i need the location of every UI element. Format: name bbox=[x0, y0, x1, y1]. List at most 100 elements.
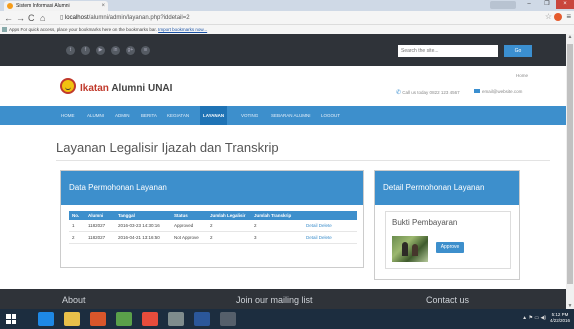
main-nav: HOME ALUMNI ADMIN BERITA KEGIATAN LAYANA… bbox=[0, 106, 566, 125]
taskbar-clock[interactable]: 5:12 PM 4/22/2016 bbox=[550, 312, 570, 324]
word-icon[interactable] bbox=[194, 312, 210, 326]
scroll-thumb[interactable] bbox=[567, 44, 573, 284]
windows-start-icon[interactable] bbox=[6, 314, 16, 324]
payment-proof-title: Bukti Pembayaran bbox=[392, 218, 458, 227]
googleplus-icon[interactable]: g+ bbox=[126, 46, 135, 55]
column-header bbox=[303, 211, 357, 220]
home-label[interactable]: Home bbox=[516, 73, 528, 78]
site-brand[interactable]: Ikatan Alumni UNAI bbox=[80, 83, 172, 94]
cell-status: Not Approve bbox=[171, 231, 207, 244]
bookmarks-hint: For quick access, place your bookmarks h… bbox=[20, 27, 157, 32]
bookmark-star-icon[interactable]: ☆ bbox=[545, 12, 552, 21]
youtube-icon[interactable]: ▶ bbox=[96, 46, 105, 55]
payment-proof-box: Bukti Pembayaran Approve bbox=[385, 211, 511, 269]
twitter-icon[interactable]: t bbox=[66, 46, 75, 55]
browser-menu-icon[interactable]: ≡ bbox=[566, 12, 571, 21]
requests-panel-heading: Data Permohonan Layanan bbox=[61, 171, 363, 205]
cell-date: 2016-03-23 14:30:16 bbox=[115, 220, 171, 232]
nav-item-logout[interactable]: LOGOUT bbox=[318, 106, 343, 125]
page-title: Layanan Legalisir Ijazah dan Transkrip bbox=[56, 140, 279, 155]
browser-tab-bar: Sistem Informasi Alumni × – ❐ × bbox=[0, 0, 574, 11]
mail-icon bbox=[474, 89, 480, 93]
smiley-logo-icon[interactable] bbox=[60, 78, 76, 94]
url-host: localhost bbox=[64, 15, 89, 21]
app-icon[interactable] bbox=[168, 312, 184, 326]
social-links: t f ▶ in g+ ≋ bbox=[66, 46, 150, 55]
requests-panel: Data Permohonan Layanan No. Alumni Tangg… bbox=[60, 170, 364, 268]
detail-delete-link[interactable]: Detail Delete bbox=[303, 220, 357, 232]
file-explorer-icon[interactable] bbox=[64, 312, 80, 326]
brand-rest: Alumni UNAI bbox=[108, 83, 173, 94]
nav-item-sebaran-alumni[interactable]: SEBARAN ALUMNI bbox=[268, 106, 314, 125]
system-tray[interactable]: ▲ ⚑ ▭ ◀) bbox=[522, 315, 546, 321]
back-icon[interactable]: ← bbox=[4, 12, 13, 24]
app-icon[interactable] bbox=[142, 312, 158, 326]
column-header: Jumlah Legalisir bbox=[207, 211, 251, 220]
nav-item-alumni[interactable]: ALUMNI bbox=[84, 106, 107, 125]
column-header: Jumlah Transkrip bbox=[251, 211, 303, 220]
home-icon[interactable]: ⌂ bbox=[40, 12, 45, 24]
cell-transkrip: 3 bbox=[251, 231, 303, 244]
nav-item-admin[interactable]: ADMIN bbox=[112, 106, 133, 125]
footer-about: About bbox=[62, 295, 86, 305]
payment-proof-image[interactable] bbox=[392, 236, 428, 262]
column-header: Alumni bbox=[85, 211, 115, 220]
url-path: /alumni/admin/layanan.php?iddetail=2 bbox=[88, 15, 190, 21]
apps-icon[interactable] bbox=[2, 27, 7, 33]
table-header-row: No. Alumni Tanggal Status Jumlah Legalis… bbox=[69, 211, 357, 220]
chrome-icon[interactable] bbox=[90, 312, 106, 326]
contact-phone: ✆ Call us today 0822 123 4567 bbox=[396, 89, 460, 96]
nav-item-kegiatan[interactable]: KEGIATAN bbox=[164, 106, 192, 125]
cell-date: 2016-04-21 13:16:50 bbox=[115, 231, 171, 244]
table-row: 1 1182027 2016-03-23 14:30:16 Approved 2… bbox=[69, 220, 357, 232]
reload-icon[interactable]: C bbox=[28, 12, 35, 24]
address-bar[interactable]: ▯ localhost/alumni/admin/layanan.php?idd… bbox=[60, 13, 540, 23]
favicon-icon bbox=[7, 3, 13, 9]
rss-icon[interactable]: ≋ bbox=[141, 46, 150, 55]
app-icon[interactable] bbox=[220, 312, 236, 326]
linkedin-icon[interactable]: in bbox=[111, 46, 120, 55]
contact-text: Call us today 0822 123 4567 bbox=[402, 90, 460, 95]
scroll-up-icon[interactable]: ▲ bbox=[566, 34, 574, 40]
contact-email: email@website.com bbox=[474, 89, 522, 94]
nav-item-voting[interactable]: VOTING bbox=[238, 106, 261, 125]
title-divider bbox=[56, 160, 550, 161]
import-bookmarks-link[interactable]: Import bookmarks now... bbox=[158, 27, 207, 32]
browser-tab[interactable]: Sistem Informasi Alumni × bbox=[4, 1, 108, 11]
phone-icon: ✆ bbox=[396, 90, 402, 96]
footer-mailing: Join our mailing list bbox=[236, 295, 313, 305]
ie-icon[interactable] bbox=[38, 312, 54, 326]
tab-close-icon[interactable]: × bbox=[101, 1, 105, 11]
cell-no: 2 bbox=[69, 231, 85, 244]
brand-first: Ikatan bbox=[80, 83, 109, 94]
windows-taskbar: ▲ ⚑ ▭ ◀) 5:12 PM 4/22/2016 bbox=[0, 309, 574, 329]
user-profile-button[interactable] bbox=[490, 1, 516, 9]
approve-button[interactable]: Approve bbox=[436, 242, 464, 253]
nav-item-berita[interactable]: BERITA bbox=[138, 106, 160, 125]
apps-label[interactable]: Apps bbox=[9, 27, 19, 32]
site-search-button[interactable]: Go bbox=[504, 45, 532, 57]
facebook-icon[interactable]: f bbox=[81, 46, 90, 55]
column-header: No. bbox=[69, 211, 85, 220]
window-controls: – ❐ × bbox=[490, 0, 574, 10]
cell-transkrip: 2 bbox=[251, 220, 303, 232]
forward-icon[interactable]: → bbox=[16, 12, 25, 24]
requests-table: No. Alumni Tanggal Status Jumlah Legalis… bbox=[69, 211, 357, 244]
detail-panel: Detail Permohonan Layanan Bukti Pembayar… bbox=[374, 170, 520, 280]
detail-delete-link[interactable]: Detail Delete bbox=[303, 231, 357, 244]
column-header: Tanggal bbox=[115, 211, 171, 220]
app-icon[interactable] bbox=[116, 312, 132, 326]
page-scrollbar[interactable]: ▲ ▼ bbox=[566, 34, 574, 309]
maximize-icon[interactable]: ❐ bbox=[538, 0, 556, 9]
cell-status: Approved bbox=[171, 220, 207, 232]
nav-item-layanan[interactable]: LAYANAN bbox=[200, 106, 228, 125]
window-close-icon[interactable]: × bbox=[556, 0, 574, 9]
extension-icon[interactable] bbox=[554, 13, 562, 21]
minimize-icon[interactable]: – bbox=[520, 0, 538, 9]
cell-no: 1 bbox=[69, 220, 85, 232]
nav-item-home[interactable]: HOME bbox=[58, 106, 78, 125]
detail-panel-heading: Detail Permohonan Layanan bbox=[375, 171, 519, 205]
site-footer: About Join our mailing list Contact us bbox=[0, 289, 566, 309]
email-text: email@website.com bbox=[482, 89, 523, 94]
site-search-input[interactable] bbox=[398, 45, 498, 57]
